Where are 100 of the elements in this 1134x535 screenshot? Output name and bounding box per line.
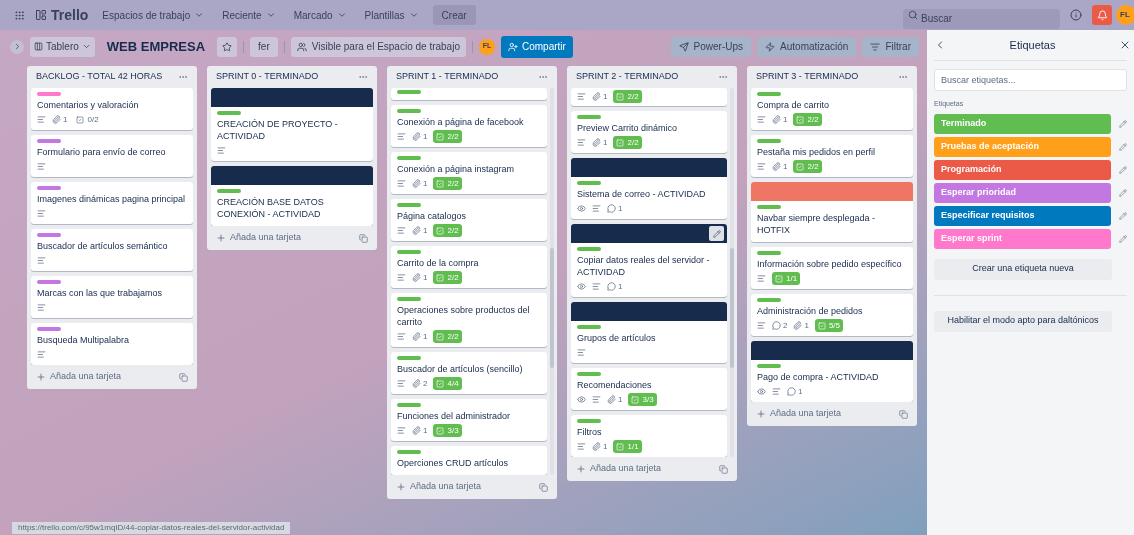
description-icon	[592, 395, 601, 404]
create-label-button[interactable]: Crear una etiqueta nueva	[934, 258, 1112, 280]
menu-button[interactable]: Marcado	[289, 7, 351, 23]
description-icon	[37, 115, 46, 124]
card[interactable]: CREACIÓN DE PROYECTO - ACTIVIDAD	[211, 88, 373, 161]
board-title[interactable]: WEB EMPRESA	[100, 36, 212, 57]
description-icon	[217, 146, 226, 155]
plus-icon	[756, 409, 766, 419]
logo[interactable]: Trello	[51, 4, 89, 26]
card[interactable]: Conexión a página instagram 1 2/2	[391, 152, 547, 194]
card[interactable]: Preview Carrito dinámico 1 2/2	[571, 111, 727, 153]
plus-icon	[216, 233, 226, 243]
template-icon[interactable]	[719, 464, 728, 474]
card[interactable]: Navbar siempre desplegada - HOTFIX	[751, 182, 913, 242]
card[interactable]: Pestaña mis pedidos en perfil 1 2/2	[751, 135, 913, 177]
comment-icon	[787, 387, 796, 396]
card[interactable]: Formulario para envío de correo	[31, 135, 193, 177]
card[interactable]: Información sobre pedido específico 1/1	[751, 247, 913, 289]
eye-icon	[577, 395, 586, 404]
apps-icon[interactable]	[14, 9, 25, 21]
template-icon[interactable]	[179, 372, 188, 382]
board-action-button[interactable]: Power-Ups	[670, 36, 752, 57]
description-icon	[37, 162, 46, 171]
create-button[interactable]: Crear	[432, 5, 476, 25]
card[interactable]: Carrito de la compra 1 2/2	[391, 246, 547, 288]
description-icon	[757, 162, 766, 171]
edit-icon[interactable]	[1119, 142, 1127, 151]
edit-icon[interactable]	[1119, 188, 1127, 197]
checklist-badge: 4/4	[433, 377, 462, 390]
description-icon	[577, 348, 586, 357]
card[interactable]: Filtros 1 1/1	[571, 415, 727, 457]
edit-icon[interactable]	[1119, 119, 1127, 128]
card[interactable]: Funciones del administrador 1 3/3	[391, 399, 547, 441]
card[interactable]: Recomendaciones 1 3/3	[571, 368, 727, 410]
card[interactable]	[391, 88, 547, 100]
template-icon[interactable]	[539, 482, 548, 492]
description-icon	[757, 274, 766, 283]
card[interactable]: Operaciones sobre productos del carrito 1 2/2	[391, 293, 547, 347]
edit-icon[interactable]	[1119, 211, 1127, 220]
send-icon	[678, 41, 689, 52]
chevron-down-icon	[194, 10, 205, 20]
add-card-button[interactable]: Añada una tarjeta	[216, 231, 302, 245]
card[interactable]: Buscador de artículos (sencillo) 2 4/4	[391, 352, 547, 394]
card[interactable]: Sistema de correo - ACTIVIDAD 1	[571, 158, 727, 219]
board-action-button[interactable]: Filtrar	[862, 36, 919, 57]
edit-icon[interactable]	[1119, 234, 1127, 243]
paperclip-icon	[793, 321, 803, 330]
card[interactable]: Compra de carrito 1 2/2	[751, 88, 913, 130]
avatar[interactable]: FL	[1116, 5, 1134, 25]
colorblind-button[interactable]: Habilitar el modo apto para daltónicos	[934, 310, 1112, 332]
workspace-button[interactable]: fer	[250, 36, 278, 57]
card[interactable]: Operciones CRUD artículos	[391, 446, 547, 475]
template-icon[interactable]	[359, 233, 368, 243]
card[interactable]: Conexión a página de facebook 1 2/2	[391, 105, 547, 147]
search-field[interactable]: Buscar	[903, 8, 1060, 29]
menu-button[interactable]: Reciente	[218, 7, 280, 23]
card[interactable]: Copiar datos reales del servidor - ACTIVIDAD 1	[571, 224, 727, 297]
add-card-button[interactable]: Añada una tarjeta	[396, 480, 482, 494]
info-icon[interactable]	[1070, 9, 1082, 21]
share-button[interactable]: Compartir	[500, 35, 573, 58]
description-icon	[397, 379, 406, 388]
card[interactable]: Comentarios y valoración 1 0/2	[31, 88, 193, 130]
card[interactable]: Pago de compra - ACTIVIDAD 1	[751, 341, 913, 402]
scrollbar[interactable]	[730, 88, 734, 457]
card[interactable]: Marcas con las que trabajamos	[31, 276, 193, 318]
label-chip[interactable]: Especificar requisitos	[934, 205, 1111, 226]
search-field[interactable]: Buscar etiquetas...	[934, 69, 1127, 91]
scrollbar[interactable]	[550, 88, 554, 475]
description-icon	[577, 92, 586, 101]
card-title: Buscador de artículos semántico	[37, 240, 169, 252]
card-title: Buscador de artículos (sencillo)	[397, 363, 524, 375]
add-card-button[interactable]: Añada una tarjeta	[756, 407, 842, 421]
menu-button[interactable]: Plantillas	[360, 7, 423, 23]
visibility-button[interactable]: Visible para el Espacio de trabajo	[290, 36, 466, 57]
card[interactable]: 1 2/2	[571, 88, 727, 106]
add-card-button[interactable]: Añada una tarjeta	[36, 370, 122, 384]
edit-button[interactable]	[709, 226, 724, 241]
attachment-count: 1	[603, 91, 608, 102]
description-icon	[397, 426, 406, 435]
close-icon[interactable]	[1119, 39, 1131, 51]
edit-icon[interactable]	[1119, 165, 1127, 174]
description-icon	[397, 226, 406, 235]
board-action-button[interactable]: Automatización	[757, 36, 857, 57]
star-button[interactable]	[217, 36, 238, 57]
chevron-down-icon	[265, 10, 276, 20]
menu-button[interactable]: Espacios de trabajo	[98, 7, 209, 23]
template-icon[interactable]	[899, 409, 908, 419]
add-card-button[interactable]: Añada una tarjeta	[576, 462, 662, 476]
card[interactable]: Buscador de artículos semántico	[31, 229, 193, 271]
notifications-button[interactable]	[1092, 5, 1112, 25]
card[interactable]: Administración de pedidos 2 1 5/5	[751, 294, 913, 336]
card[interactable]: Página catalogos 1 2/2	[391, 199, 547, 241]
card[interactable]: Grupos de artículos	[571, 302, 727, 363]
expand-sidebar-button[interactable]	[10, 39, 24, 54]
card[interactable]: Imagenes dinámicas pagina principal	[31, 182, 193, 224]
list-title: SPRINT 0 - TERMINADO	[216, 70, 319, 84]
view-switcher[interactable]: Tablero	[30, 36, 95, 57]
people-icon	[296, 41, 307, 52]
card[interactable]: Busqueda Multipalabra	[31, 323, 193, 365]
card[interactable]: CREACIÓN BASE DATOS CONEXIÓN - ACTIVIDAD	[211, 166, 373, 226]
